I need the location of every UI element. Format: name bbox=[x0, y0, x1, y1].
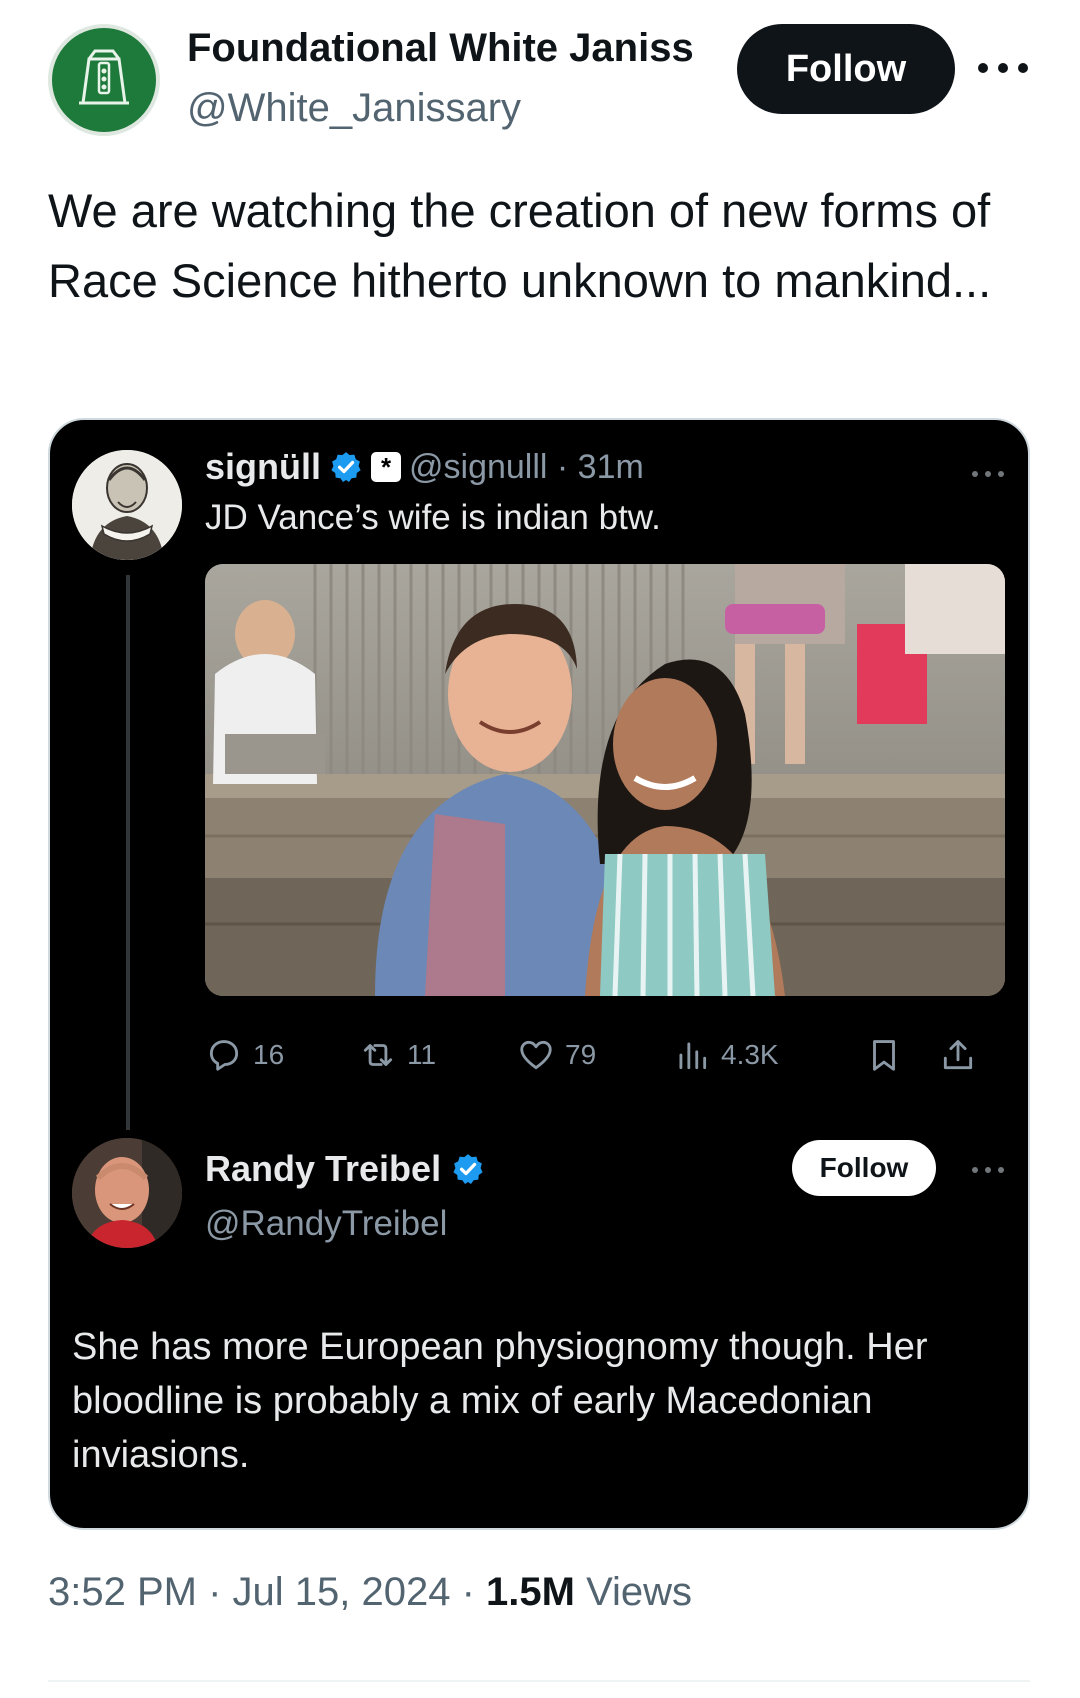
quoted-text: JD Vance’s wife is indian btw. bbox=[205, 498, 661, 537]
views-icon bbox=[679, 1042, 707, 1070]
reply-author-handle[interactable]: @RandyTreibel bbox=[205, 1204, 447, 1244]
reply-icon bbox=[209, 1040, 239, 1071]
quoted-avatar bbox=[72, 450, 182, 560]
views-count: 1.5M bbox=[486, 1570, 575, 1614]
reply-count: 16 bbox=[253, 1039, 285, 1070]
tweet-text: We are watching the creation of new form… bbox=[48, 184, 992, 307]
quoted-header: signüll * @signulll · 31m bbox=[205, 446, 644, 488]
logo-icon bbox=[79, 49, 129, 105]
like-action[interactable]: 79 bbox=[517, 1030, 596, 1080]
reply-header: Randy Treibel bbox=[205, 1148, 485, 1190]
reply-author-name[interactable]: Randy Treibel bbox=[205, 1148, 441, 1190]
verified-icon bbox=[453, 1154, 483, 1185]
repost-icon bbox=[363, 1044, 393, 1066]
repost-count: 11 bbox=[407, 1039, 437, 1070]
divider bbox=[48, 1680, 1030, 1682]
thread-line bbox=[126, 575, 130, 1130]
more-icon[interactable] bbox=[968, 1160, 1008, 1180]
quoted-action-bar: 16 11 79 4.3K bbox=[205, 1030, 1015, 1080]
quoted-handle-time[interactable]: @signulll · 31m bbox=[409, 448, 644, 487]
reply-follow-button[interactable]: Follow bbox=[792, 1140, 936, 1196]
author-name[interactable]: Foundational White Janiss bbox=[187, 26, 717, 71]
author-avatar[interactable] bbox=[48, 24, 160, 136]
more-icon[interactable] bbox=[968, 464, 1008, 484]
follow-button[interactable]: Follow bbox=[737, 24, 955, 114]
bookmark-action[interactable] bbox=[865, 1030, 903, 1080]
reply-text: She has more European physiognomy though… bbox=[72, 1326, 928, 1476]
affiliate-badge: * bbox=[371, 452, 401, 482]
share-icon bbox=[943, 1040, 973, 1070]
views-action[interactable]: 4.3K bbox=[673, 1030, 779, 1080]
quoted-author-name[interactable]: signüll bbox=[205, 446, 321, 488]
share-action[interactable] bbox=[939, 1030, 977, 1080]
more-icon[interactable] bbox=[976, 48, 1030, 88]
verified-icon bbox=[331, 452, 361, 483]
like-count: 79 bbox=[565, 1039, 597, 1070]
post-timestamp[interactable]: 3:52 PM · Jul 15, 2024 · bbox=[48, 1570, 486, 1614]
attached-photo[interactable] bbox=[205, 564, 1005, 996]
views-count: 4.3K bbox=[721, 1039, 779, 1070]
reply-avatar bbox=[72, 1138, 182, 1248]
post-meta: 3:52 PM · Jul 15, 2024 · 1.5M Views bbox=[48, 1570, 692, 1615]
views-label: Views bbox=[574, 1570, 693, 1614]
bookmark-icon bbox=[873, 1040, 895, 1071]
author-handle[interactable]: @White_Janissary bbox=[187, 86, 521, 131]
like-icon bbox=[520, 1040, 552, 1070]
reply-action[interactable]: 16 bbox=[205, 1030, 284, 1080]
embedded-screenshot[interactable]: signüll * @signulll · 31m JD Vance’s wif… bbox=[48, 418, 1030, 1530]
repost-action[interactable]: 11 bbox=[359, 1030, 436, 1080]
